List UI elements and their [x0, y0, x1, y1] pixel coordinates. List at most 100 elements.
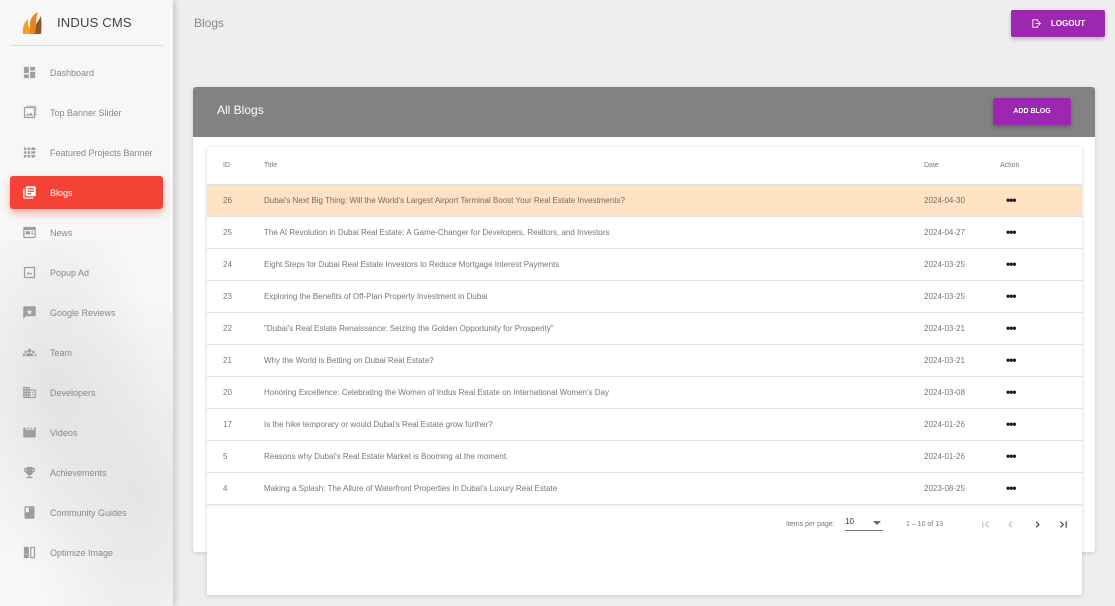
- table-row[interactable]: 3: [207, 504, 1082, 505]
- column-header-id: ID: [207, 147, 264, 185]
- cell-action: •••: [1000, 312, 1082, 345]
- table-row[interactable]: 22 "Dubai's Real Estate Renaissance: Seiz…: [207, 312, 1082, 345]
- table-row[interactable]: 24 Eight Steps for Dubai Real Estate Inve…: [207, 248, 1082, 281]
- page-title: Blogs: [194, 16, 225, 30]
- sidebar-item-developers[interactable]: Developers: [10, 376, 163, 409]
- card-title: All Blogs: [217, 103, 264, 117]
- cell-title: Why the World is Betting on Dubai Real E…: [264, 344, 924, 377]
- team-icon: [22, 345, 37, 360]
- blogs-table: ID Title Date Action 26 Dubai's Next Big …: [207, 147, 1082, 505]
- cell-date: 2024-03-21: [924, 312, 1000, 345]
- app-name: INDUS CMS: [57, 15, 132, 30]
- cell-action: •••: [1000, 184, 1082, 217]
- news-icon: [22, 225, 37, 240]
- sidebar-item-google-reviews[interactable]: Google Reviews: [10, 296, 163, 329]
- cell-date: 2024-01-26: [924, 440, 1000, 473]
- page-size-select[interactable]: 10: [845, 517, 883, 531]
- table-row[interactable]: 21 Why the World is Betting on Dubai Real…: [207, 344, 1082, 377]
- card-header: All Blogs ADD BLOG: [193, 87, 1095, 137]
- sidebar-item-community-guides[interactable]: Community Guides: [10, 496, 163, 529]
- more-actions-icon[interactable]: •••: [1006, 353, 1017, 367]
- page-range-label: 1 – 10 of 13: [906, 521, 943, 528]
- sidebar-item-label: Google Reviews: [50, 307, 116, 318]
- table-row[interactable]: 26 Dubai's Next Big Thing: Will the World…: [207, 184, 1082, 217]
- trophy-icon: [22, 465, 37, 480]
- cell-date: 2024-04-30: [924, 184, 1000, 217]
- column-header-date: Date: [924, 147, 1000, 185]
- more-actions-icon[interactable]: •••: [1006, 449, 1017, 463]
- more-actions-icon[interactable]: •••: [1006, 481, 1017, 495]
- table-row[interactable]: 25 The AI Revolution in Dubai Real Estate…: [207, 216, 1082, 249]
- sidebar-item-videos[interactable]: Videos: [10, 416, 163, 449]
- sidebar-item-label: Blogs: [50, 187, 73, 198]
- cell-id: 20: [207, 376, 264, 409]
- cell-title: Eight Steps for Dubai Real Estate Invest…: [264, 248, 924, 281]
- table-row[interactable]: 20 Honoring Excellence: Celebrating the W…: [207, 376, 1082, 409]
- sidebar-item-team[interactable]: Team: [10, 336, 163, 369]
- last-page-button[interactable]: [1053, 514, 1073, 534]
- add-blog-button[interactable]: ADD BLOG: [993, 98, 1071, 125]
- previous-page-button[interactable]: [1000, 514, 1020, 534]
- sidebar-item-label: News: [50, 227, 73, 238]
- image-icon: [22, 105, 37, 120]
- more-actions-icon[interactable]: •••: [1006, 257, 1017, 271]
- more-actions-icon[interactable]: •••: [1006, 417, 1017, 431]
- cell-title: Honoring Excellence: Celebrating the Wom…: [264, 376, 924, 409]
- sidebar-item-dashboard[interactable]: Dashboard: [10, 56, 163, 89]
- more-actions-icon[interactable]: •••: [1006, 321, 1017, 335]
- cell-title: Is the hike temporary or would Dubai's R…: [264, 408, 924, 441]
- sidebar-item-news[interactable]: News: [10, 216, 163, 249]
- popup-icon: [22, 265, 37, 280]
- sidebar-item-label: Featured Projects Banner: [50, 147, 153, 158]
- cell-title: Dubai's Next Big Thing: Will the World's…: [264, 184, 924, 217]
- sidebar-nav: Dashboard Top Banner Slider Featured Proje…: [0, 56, 173, 569]
- table-row[interactable]: 17 Is the hike temporary or would Dubai's…: [207, 408, 1082, 441]
- cell-date: 2023-08-25: [924, 472, 1000, 505]
- first-page-button[interactable]: [975, 514, 995, 534]
- chevron-right-icon: [1035, 520, 1040, 528]
- cell-action: [1000, 504, 1082, 505]
- cell-id: 22: [207, 312, 264, 345]
- cell-title: [264, 504, 924, 505]
- sidebar-item-label: Videos: [50, 427, 78, 438]
- cell-date: 2024-03-21: [924, 344, 1000, 377]
- cell-id: 21: [207, 344, 264, 377]
- cell-date: 2024-03-25: [924, 248, 1000, 281]
- optimize-image-icon: [22, 545, 37, 560]
- blogs-table-scroll[interactable]: ID Title Date Action 26 Dubai's Next Big …: [207, 147, 1082, 505]
- paginator: Items per page: 10 1 – 10 of 13: [207, 505, 1082, 545]
- video-icon: [22, 425, 37, 440]
- sidebar-item-popup-ad[interactable]: Popup Ad: [10, 256, 163, 289]
- cell-title: The AI Revolution in Dubai Real Estate: …: [264, 216, 924, 249]
- cell-date: 2024-01-26: [924, 408, 1000, 441]
- cell-action: •••: [1000, 280, 1082, 313]
- sidebar-item-featured-projects-banner[interactable]: Featured Projects Banner: [10, 136, 163, 169]
- table-row[interactable]: 4 Making a Splash: The Allure of Waterfro…: [207, 472, 1082, 505]
- logout-button[interactable]: LOGOUT: [1011, 10, 1105, 37]
- review-icon: [22, 305, 37, 320]
- sidebar-item-label: Developers: [50, 387, 96, 398]
- sidebar-item-blogs[interactable]: Blogs: [10, 176, 163, 209]
- sidebar-item-label: Team: [50, 347, 73, 358]
- more-actions-icon[interactable]: •••: [1006, 225, 1017, 239]
- more-actions-icon[interactable]: •••: [1006, 193, 1017, 207]
- sidebar-item-achievements[interactable]: Achievements: [10, 456, 163, 489]
- caret-down-icon: [873, 521, 881, 525]
- more-actions-icon[interactable]: •••: [1006, 385, 1017, 399]
- logout-label: LOGOUT: [1050, 19, 1086, 28]
- more-actions-icon[interactable]: •••: [1006, 289, 1017, 303]
- cell-date: 2024-03-25: [924, 280, 1000, 313]
- book-icon: [22, 505, 37, 520]
- sidebar-item-label: Community Guides: [50, 507, 127, 518]
- table-row[interactable]: 23 Exploring the Benefits of Off-Plan Pro…: [207, 280, 1082, 313]
- cell-id: 25: [207, 216, 264, 249]
- cell-id: 17: [207, 408, 264, 441]
- next-page-button[interactable]: [1027, 514, 1047, 534]
- table-row[interactable]: 5 Reasons why Dubai's Real Estate Market …: [207, 440, 1082, 473]
- cell-title: Exploring the Benefits of Off-Plan Prope…: [264, 280, 924, 313]
- sidebar-item-optimize-image[interactable]: Optimize Image: [10, 536, 163, 569]
- sidebar-item-top-banner-slider[interactable]: Top Banner Slider: [10, 96, 163, 129]
- cell-id: 5: [207, 440, 264, 473]
- sidebar-item-label: Top Banner Slider: [50, 107, 122, 118]
- cell-action: •••: [1000, 440, 1082, 473]
